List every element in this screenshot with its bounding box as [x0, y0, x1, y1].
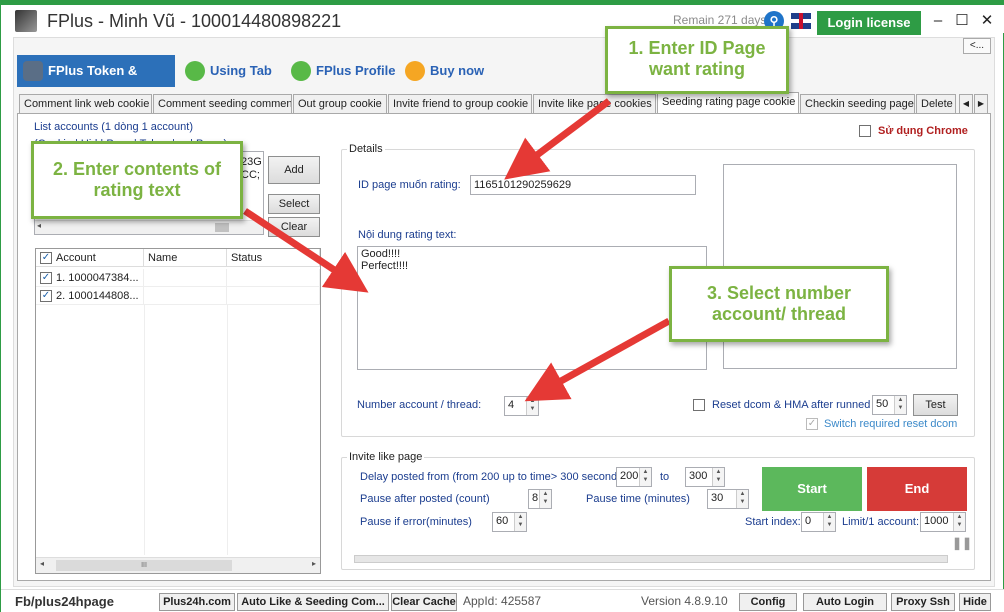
callout-enter-rating-text: 2. Enter contents of rating text: [31, 141, 243, 219]
version-text: Version 4.8.9.10: [641, 594, 728, 608]
app-window: FPlus - Minh Vũ - 100014480898221 Remain…: [0, 0, 1004, 612]
arrow-to-number-account: [524, 317, 671, 402]
config-button[interactable]: Config: [739, 593, 797, 611]
app-id-text: AppId: 425587: [463, 594, 542, 608]
auto-like-button[interactable]: Auto Like & Seeding Com...: [237, 593, 389, 611]
callout-select-number: 3. Select number account/ thread: [669, 266, 889, 342]
fb-page-text: Fb/plus24hpage: [15, 594, 114, 609]
proxy-ssh-button[interactable]: Proxy Ssh: [891, 593, 955, 611]
callout-enter-id-page: 1. Enter ID Page want rating: [605, 26, 789, 94]
status-bar: Fb/plus24hpage Plus24h.com Auto Like & S…: [1, 589, 1004, 612]
auto-login-button[interactable]: Auto Login: [803, 593, 887, 611]
hide-button[interactable]: Hide: [959, 593, 991, 611]
arrow-to-id-page: [504, 98, 612, 180]
clear-cache-button[interactable]: Clear Cache: [391, 593, 457, 611]
plus24h-button[interactable]: Plus24h.com: [159, 593, 235, 611]
arrow-to-rating-text: [243, 208, 369, 293]
